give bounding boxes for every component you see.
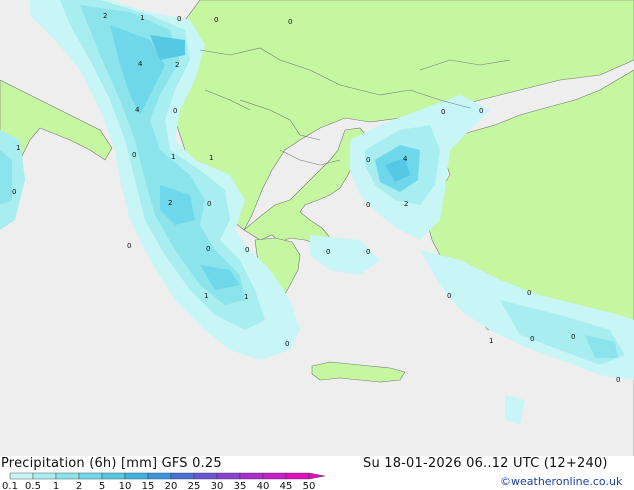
legend-swatch xyxy=(32,472,57,480)
contour-label: 0 xyxy=(285,340,289,348)
contour-label: 2 xyxy=(404,200,408,208)
legend-tick-label: 0.5 xyxy=(25,481,41,490)
legend-tick-label: 2 xyxy=(76,481,82,490)
contour-label: 4 xyxy=(135,106,140,114)
contour-label: 0 xyxy=(441,108,445,116)
legend-tick-label: 15 xyxy=(142,481,155,490)
legend-tick-label: 5 xyxy=(99,481,105,490)
contour-label: 0 xyxy=(127,242,131,250)
valid-time: Su 18-01-2026 06..12 UTC (12+240) xyxy=(363,456,608,471)
contour-label: 0 xyxy=(479,107,483,115)
contour-label: 1 xyxy=(204,292,208,300)
contour-label: 0 xyxy=(173,107,177,115)
legend-swatch xyxy=(55,472,80,480)
legend-swatch xyxy=(9,472,34,480)
contour-label: 0 xyxy=(132,151,136,159)
contour-label: 0 xyxy=(207,200,211,208)
legend-swatch xyxy=(216,472,241,480)
contour-label: 0 xyxy=(571,333,575,341)
contour-label: 0 xyxy=(616,376,620,384)
legend-tick-label: 0.1 xyxy=(2,481,18,490)
contour-label: 2 xyxy=(168,199,172,207)
legend-swatch xyxy=(101,472,126,480)
contour-label: 0 xyxy=(214,16,218,24)
contour-label: 1 xyxy=(140,14,144,22)
contour-label: 4 xyxy=(138,60,143,68)
map-footer: Precipitation (6h) [mm] GFS 0.25 Su 18-0… xyxy=(0,456,634,490)
contour-label: 0 xyxy=(206,245,210,253)
contour-label: 0 xyxy=(245,246,249,254)
contour-label: 0 xyxy=(527,289,531,297)
legend-tick-label: 25 xyxy=(188,481,201,490)
contour-label: 0 xyxy=(366,201,370,209)
legend-swatch xyxy=(147,472,172,480)
contour-label: 0 xyxy=(177,15,181,23)
contour-label: 1 xyxy=(209,154,213,162)
legend-tick-label: 40 xyxy=(257,481,270,490)
contour-label: 1 xyxy=(489,337,493,345)
map-title: Precipitation (6h) [mm] GFS 0.25 xyxy=(1,456,222,471)
legend-tick-label: 45 xyxy=(280,481,293,490)
legend-swatch xyxy=(193,472,218,480)
legend-tick-label: 10 xyxy=(119,481,132,490)
contour-label: 0 xyxy=(12,188,16,196)
credit-text: ©weatheronline.co.uk xyxy=(500,475,623,488)
contour-label: 0 xyxy=(326,248,330,256)
legend-tick-label: 50 xyxy=(303,481,316,490)
legend-arrow xyxy=(308,472,326,480)
contour-label: 0 xyxy=(366,248,370,256)
legend-swatch xyxy=(170,472,195,480)
contour-label: 2 xyxy=(103,12,107,20)
contour-label: 0 xyxy=(447,292,451,300)
precipitation-map: 2 1 0 0 0 4 2 4 0 1 0 1 1 0 2 0 0 0 0 0 … xyxy=(0,0,634,456)
legend-tick-label: 1 xyxy=(53,481,59,490)
contour-label: 0 xyxy=(366,156,370,164)
legend-tick-label: 35 xyxy=(234,481,247,490)
legend-swatch xyxy=(78,472,103,480)
legend-swatch xyxy=(239,472,264,480)
contour-label: 2 xyxy=(175,61,179,69)
contour-label: 1 xyxy=(16,144,20,152)
legend-swatch xyxy=(262,472,287,480)
precipitation-legend: 0.1 0.5 1 2 5 10 15 20 25 30 35 40 45 50 xyxy=(2,472,326,490)
legend-tick-label: 20 xyxy=(165,481,178,490)
legend-swatch xyxy=(124,472,149,480)
legend-swatch xyxy=(285,472,310,480)
contour-label: 4 xyxy=(403,155,408,163)
contour-label: 0 xyxy=(288,18,292,26)
legend-tick-label: 30 xyxy=(211,481,224,490)
contour-label: 0 xyxy=(530,335,534,343)
contour-label: 1 xyxy=(244,293,248,301)
contour-label: 1 xyxy=(171,153,175,161)
